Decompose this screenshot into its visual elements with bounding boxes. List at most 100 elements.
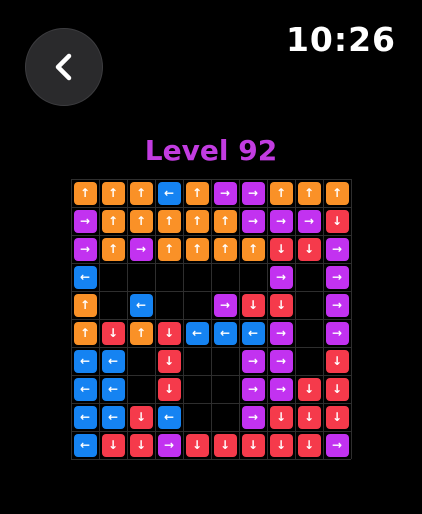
arrow-tile-up[interactable]: ↑	[101, 181, 125, 205]
arrow-tile-down[interactable]: ↓	[157, 349, 181, 373]
arrow-tile-up[interactable]: ↑	[73, 321, 97, 345]
arrow-tile-down[interactable]: ↓	[157, 377, 181, 401]
arrow-tile-up[interactable]: ↑	[129, 181, 153, 205]
arrow-tile-down[interactable]: ↓	[129, 433, 153, 457]
arrow-tile-left[interactable]: ←	[73, 349, 97, 373]
arrow-tile-right[interactable]: →	[325, 433, 349, 457]
arrow-tile-up[interactable]: ↑	[129, 209, 153, 233]
grid-line	[71, 178, 351, 180]
arrow-tile-left[interactable]: ←	[157, 181, 181, 205]
arrow-left-icon: ←	[79, 354, 91, 368]
arrow-down-icon: ↓	[163, 382, 175, 396]
arrow-tile-right[interactable]: →	[325, 265, 349, 289]
arrow-tile-up[interactable]: ↑	[157, 209, 181, 233]
arrow-tile-right[interactable]: →	[157, 433, 181, 457]
arrow-tile-right[interactable]: →	[73, 237, 97, 261]
arrow-tile-right[interactable]: →	[241, 209, 265, 233]
arrow-left-icon: ←	[107, 410, 119, 424]
arrow-right-icon: →	[275, 270, 287, 284]
arrow-tile-right[interactable]: →	[213, 181, 237, 205]
arrow-tile-right[interactable]: →	[269, 377, 293, 401]
arrow-tile-up[interactable]: ↑	[185, 209, 209, 233]
arrow-tile-right[interactable]: →	[325, 237, 349, 261]
arrow-tile-right[interactable]: →	[241, 181, 265, 205]
arrow-up-icon: ↑	[331, 186, 343, 200]
arrow-tile-up[interactable]: ↑	[73, 181, 97, 205]
arrow-down-icon: ↓	[107, 326, 119, 340]
arrow-down-icon: ↓	[331, 214, 343, 228]
arrow-tile-right[interactable]: →	[269, 209, 293, 233]
arrow-tile-up[interactable]: ↑	[73, 293, 97, 317]
arrow-tile-right[interactable]: →	[241, 377, 265, 401]
arrow-tile-down[interactable]: ↓	[101, 433, 125, 457]
arrow-tile-down[interactable]: ↓	[325, 405, 349, 429]
arrow-tile-down[interactable]: ↓	[297, 433, 321, 457]
arrow-tile-left[interactable]: ←	[73, 433, 97, 457]
back-button[interactable]	[25, 28, 103, 106]
arrow-tile-up[interactable]: ↑	[101, 209, 125, 233]
arrow-tile-right[interactable]: →	[269, 349, 293, 373]
grid-line	[71, 430, 351, 432]
arrow-tile-down[interactable]: ↓	[269, 405, 293, 429]
arrow-tile-down[interactable]: ↓	[185, 433, 209, 457]
arrow-tile-left[interactable]: ←	[73, 405, 97, 429]
arrow-tile-right[interactable]: →	[325, 293, 349, 317]
arrow-tile-right[interactable]: →	[241, 405, 265, 429]
arrow-tile-down[interactable]: ↓	[129, 405, 153, 429]
arrow-tile-right[interactable]: →	[297, 209, 321, 233]
arrow-tile-down[interactable]: ↓	[325, 349, 349, 373]
arrow-right-icon: →	[247, 186, 259, 200]
arrow-tile-left[interactable]: ←	[185, 321, 209, 345]
arrow-tile-left[interactable]: ←	[101, 349, 125, 373]
arrow-tile-down[interactable]: ↓	[101, 321, 125, 345]
arrow-tile-up[interactable]: ↑	[213, 209, 237, 233]
arrow-tile-left[interactable]: ←	[101, 377, 125, 401]
arrow-tile-right[interactable]: →	[325, 321, 349, 345]
arrow-tile-up[interactable]: ↑	[325, 181, 349, 205]
arrow-tile-down[interactable]: ↓	[269, 433, 293, 457]
arrow-tile-down[interactable]: ↓	[241, 293, 265, 317]
arrow-tile-right[interactable]: →	[213, 293, 237, 317]
arrow-tile-left[interactable]: ←	[157, 405, 181, 429]
arrow-left-icon: ←	[163, 410, 175, 424]
arrow-tile-down[interactable]: ↓	[297, 237, 321, 261]
arrow-tile-down[interactable]: ↓	[325, 209, 349, 233]
arrow-down-icon: ↓	[135, 438, 147, 452]
arrow-tile-right[interactable]: →	[129, 237, 153, 261]
arrow-right-icon: →	[275, 382, 287, 396]
status-time: 10:26	[285, 20, 396, 59]
arrow-right-icon: →	[79, 214, 91, 228]
arrow-tile-down[interactable]: ↓	[297, 405, 321, 429]
arrow-up-icon: ↑	[107, 214, 119, 228]
arrow-tile-down[interactable]: ↓	[269, 293, 293, 317]
arrow-up-icon: ↑	[247, 242, 259, 256]
grid-line	[71, 206, 351, 208]
arrow-up-icon: ↑	[219, 214, 231, 228]
arrow-tile-down[interactable]: ↓	[157, 321, 181, 345]
arrow-tile-down[interactable]: ↓	[297, 377, 321, 401]
arrow-tile-up[interactable]: ↑	[241, 237, 265, 261]
arrow-tile-up[interactable]: ↑	[185, 237, 209, 261]
arrow-tile-right[interactable]: →	[269, 321, 293, 345]
arrow-tile-up[interactable]: ↑	[213, 237, 237, 261]
arrow-tile-up[interactable]: ↑	[269, 181, 293, 205]
arrow-tile-up[interactable]: ↑	[157, 237, 181, 261]
arrow-tile-down[interactable]: ↓	[241, 433, 265, 457]
arrow-up-icon: ↑	[191, 186, 203, 200]
arrow-tile-left[interactable]: ←	[73, 265, 97, 289]
arrow-tile-left[interactable]: ←	[241, 321, 265, 345]
arrow-tile-right[interactable]: →	[269, 265, 293, 289]
arrow-tile-up[interactable]: ↑	[185, 181, 209, 205]
arrow-tile-up[interactable]: ↑	[129, 321, 153, 345]
arrow-tile-left[interactable]: ←	[101, 405, 125, 429]
arrow-tile-right[interactable]: →	[73, 209, 97, 233]
arrow-tile-up[interactable]: ↑	[297, 181, 321, 205]
arrow-tile-left[interactable]: ←	[213, 321, 237, 345]
arrow-tile-left[interactable]: ←	[129, 293, 153, 317]
arrow-tile-up[interactable]: ↑	[101, 237, 125, 261]
arrow-tile-down[interactable]: ↓	[213, 433, 237, 457]
arrow-tile-right[interactable]: →	[241, 349, 265, 373]
arrow-tile-down[interactable]: ↓	[325, 377, 349, 401]
arrow-tile-left[interactable]: ←	[73, 377, 97, 401]
arrow-tile-down[interactable]: ↓	[269, 237, 293, 261]
